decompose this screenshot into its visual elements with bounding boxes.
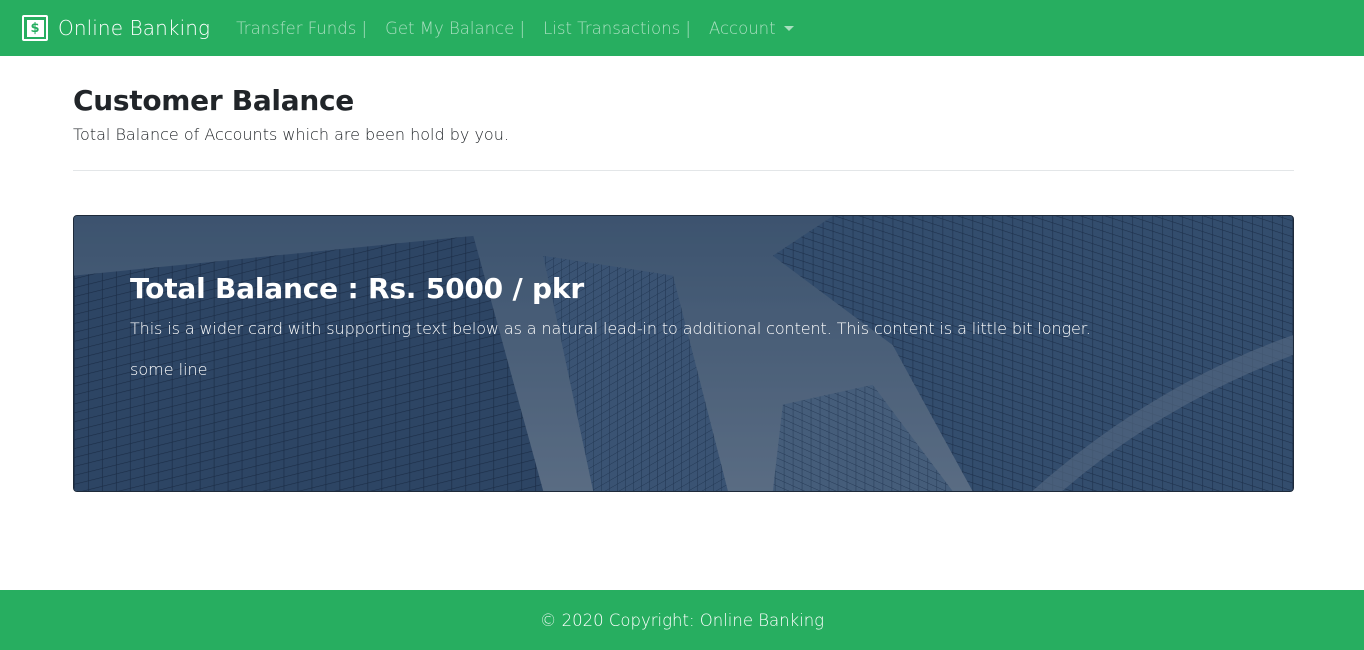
page-subtitle: Total Balance of Accounts which are been…: [73, 125, 509, 144]
nav-account-dropdown[interactable]: Account: [709, 19, 794, 38]
brand-icon-glyph: $: [26, 19, 44, 37]
brand-label: Online Banking: [58, 16, 211, 40]
card-supporting-text: This is a wider card with supporting tex…: [130, 319, 1091, 338]
caret-down-icon: [783, 25, 794, 31]
brand-link[interactable]: $ Online Banking: [22, 15, 210, 41]
page-header: Customer Balance Total Balance of Accoun…: [73, 84, 1294, 144]
balance-card: Total Balance : Rs. 5000 / pkr This is a…: [73, 215, 1294, 492]
footer: © 2020 Copyright: Online Banking: [0, 590, 1364, 650]
page-title: Customer Balance: [73, 84, 354, 117]
navbar: $ Online Banking Transfer Funds | Get My…: [0, 0, 1364, 56]
card-body: Total Balance : Rs. 5000 / pkr This is a…: [130, 272, 1253, 379]
card-extra-line: some line: [130, 360, 208, 379]
dollar-bill-icon: $: [22, 15, 48, 41]
nav-account-label: Account: [708, 18, 776, 38]
footer-copyright: © 2020 Copyright: Online Banking: [539, 610, 825, 630]
total-balance-title: Total Balance : Rs. 5000 / pkr: [130, 272, 584, 305]
nav-get-my-balance[interactable]: Get My Balance |: [385, 19, 525, 38]
nav-list-transactions[interactable]: List Transactions |: [543, 19, 691, 38]
nav-transfer-funds[interactable]: Transfer Funds |: [236, 19, 367, 38]
header-divider: [73, 170, 1294, 171]
